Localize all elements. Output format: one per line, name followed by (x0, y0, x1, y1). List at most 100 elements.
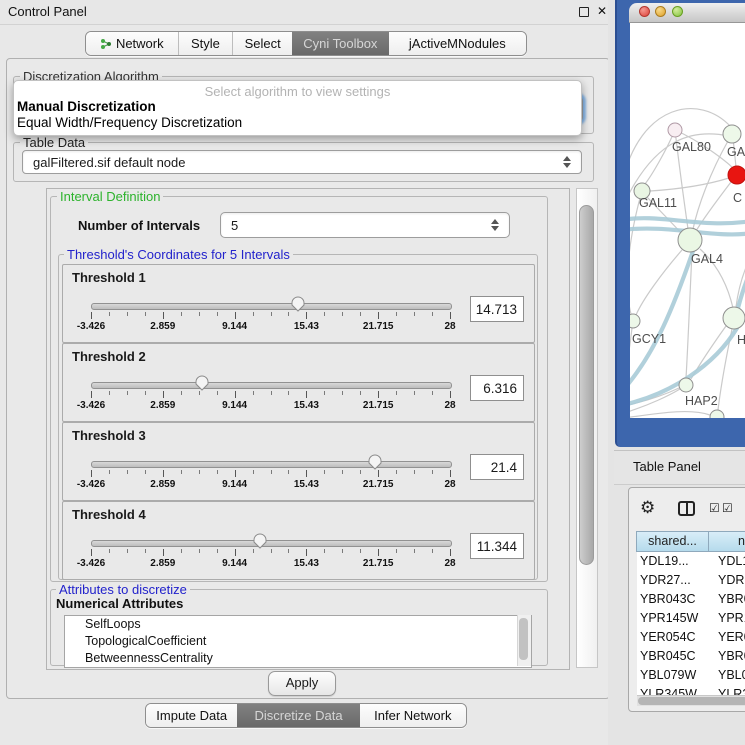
network-node-node[interactable] (668, 123, 682, 137)
tab-select[interactable]: Select (232, 32, 292, 55)
slider-minor-tick (396, 312, 397, 316)
slider-thumb[interactable] (194, 374, 210, 391)
tab-label: Discretize Data (254, 708, 342, 723)
network-edge[interactable] (645, 130, 675, 184)
tab-impute-data[interactable]: Impute Data (146, 704, 237, 727)
slider-minor-tick (432, 549, 433, 553)
tab-network[interactable]: Network (86, 32, 178, 55)
combo-stepper-icon (491, 219, 500, 231)
network-edge-thick[interactable] (630, 218, 745, 223)
network-edge[interactable] (630, 412, 710, 418)
vertical-scrollbar-thumb[interactable] (579, 205, 594, 565)
slider-minor-tick (109, 312, 110, 316)
threshold-4-slider[interactable] (91, 540, 452, 547)
list-item[interactable]: BetweennessCentrality (65, 650, 531, 667)
network-node-label: HAP2 (685, 394, 718, 408)
apply-button[interactable]: Apply (268, 671, 336, 696)
list-item[interactable]: SelfLoops (65, 616, 531, 633)
table-data-combobox[interactable]: galFiltered.sif default node (22, 150, 582, 174)
threshold-3-value-field[interactable]: 21.4 (470, 454, 524, 480)
slider-minor-tick (127, 549, 128, 553)
network-icon (100, 38, 112, 50)
slider-major-tick (450, 470, 451, 477)
close-icon[interactable]: ✕ (597, 4, 607, 18)
slider-minor-tick (181, 312, 182, 316)
slider-major-tick (450, 312, 451, 319)
dropdown-item-equal-width-frequency[interactable]: Equal Width/Frequency Discretization (17, 115, 242, 130)
cell-shared-name: YPR145W (640, 609, 698, 628)
gear-icon[interactable]: ⚙ (640, 498, 655, 518)
threshold-2-slider[interactable] (91, 382, 452, 389)
network-node-node[interactable] (723, 307, 745, 329)
slider-thumb[interactable] (290, 295, 306, 312)
window-minimize-icon[interactable] (655, 6, 666, 17)
network-edge[interactable] (650, 178, 729, 191)
slider-minor-tick (432, 312, 433, 316)
window-maximize-icon[interactable] (672, 6, 683, 17)
tab-cyni-toolbox[interactable]: Cyni Toolbox (292, 32, 389, 55)
slider-minor-tick (217, 549, 218, 553)
table-row[interactable]: YER054CYER0 (637, 628, 745, 647)
slider-major-tick (235, 549, 236, 556)
table-row[interactable]: YDL19...YDL1 (637, 552, 745, 571)
slider-tick-label: 28 (444, 479, 455, 490)
table-row[interactable]: YLR345WYLR3 (637, 685, 745, 695)
network-canvas[interactable]: GAL80GACGAL11GAL4GCY1HHAP2 (630, 23, 745, 418)
tab-label: Impute Data (156, 708, 227, 723)
network-node-label: GA (727, 145, 745, 159)
network-edge[interactable] (630, 198, 640, 314)
tab-discretize-data[interactable]: Discretize Data (237, 704, 359, 727)
checkbox-icon[interactable]: ☑ (709, 501, 720, 515)
table-row[interactable]: YBR043CYBR0 (637, 590, 745, 609)
network-node-node[interactable] (710, 410, 724, 418)
columns-icon[interactable] (678, 501, 695, 516)
slider-minor-tick (271, 312, 272, 316)
slider-tick-label: 2.859 (150, 321, 175, 332)
slider-major-tick (235, 391, 236, 398)
network-node-node-red[interactable] (728, 166, 745, 184)
checkbox-icon[interactable]: ☑ (722, 501, 733, 515)
threshold-3-label: Threshold 3 (72, 428, 146, 443)
slider-thumb[interactable] (252, 532, 268, 549)
tab-label: Select (245, 36, 281, 51)
table-data-value: galFiltered.sif default node (33, 155, 185, 170)
attributes-scrollbar-thumb[interactable] (519, 618, 528, 660)
network-edge-thick[interactable] (738, 259, 745, 308)
numerical-attributes-list[interactable]: SelfLoopsTopologicalCoefficientBetweenne… (64, 615, 532, 668)
slider-minor-tick (324, 312, 325, 316)
network-node-label: GAL4 (691, 252, 723, 266)
column-header-shared[interactable]: shared... (636, 531, 709, 552)
tab-label: Network (116, 36, 164, 51)
numerical-attributes-label: Numerical Attributes (56, 596, 183, 611)
network-node-HAP2[interactable] (679, 378, 693, 392)
dropdown-item-manual-discretization[interactable]: Manual Discretization (17, 99, 156, 114)
network-edge[interactable] (636, 250, 682, 315)
network-node-node[interactable] (723, 125, 741, 143)
cell-shared-name: YBL079W (640, 666, 696, 685)
slider-thumb[interactable] (367, 453, 383, 470)
float-window-icon[interactable] (579, 7, 589, 17)
threshold-4-value-field[interactable]: 11.344 (470, 533, 524, 559)
table-row[interactable]: YBR045CYBR0 (637, 647, 745, 666)
list-item[interactable]: TopologicalCoefficient (65, 633, 531, 650)
control-panel-title: Control Panel (8, 4, 87, 19)
num-intervals-combobox[interactable]: 5 (220, 212, 510, 238)
threshold-1-block: Threshold 1 14.713 -3.4262.8599.14415.43… (62, 264, 535, 343)
window-close-icon[interactable] (639, 6, 650, 17)
table-row[interactable]: YPR145WYPR1 (637, 609, 745, 628)
tab-infer-network[interactable]: Infer Network (360, 704, 466, 727)
table-row[interactable]: YDR27...YDR2 (637, 571, 745, 590)
tab-style[interactable]: Style (178, 32, 233, 55)
network-node-GAL4[interactable] (678, 228, 702, 252)
threshold-3-slider[interactable] (91, 461, 452, 468)
column-header-name[interactable]: n (708, 531, 745, 552)
tab-jactivemnodules[interactable]: jActiveMNodules (389, 32, 526, 55)
threshold-1-slider[interactable] (91, 303, 452, 310)
num-intervals-label: Number of Intervals (78, 218, 200, 233)
horizontal-scrollbar-thumb[interactable] (638, 697, 745, 705)
threshold-2-value-field[interactable]: 6.316 (470, 375, 524, 401)
slider-minor-tick (217, 391, 218, 395)
threshold-1-value-field[interactable]: 14.713 (470, 296, 524, 322)
table-row[interactable]: YBL079WYBL0 (637, 666, 745, 685)
network-node-GCY1[interactable] (630, 314, 640, 328)
